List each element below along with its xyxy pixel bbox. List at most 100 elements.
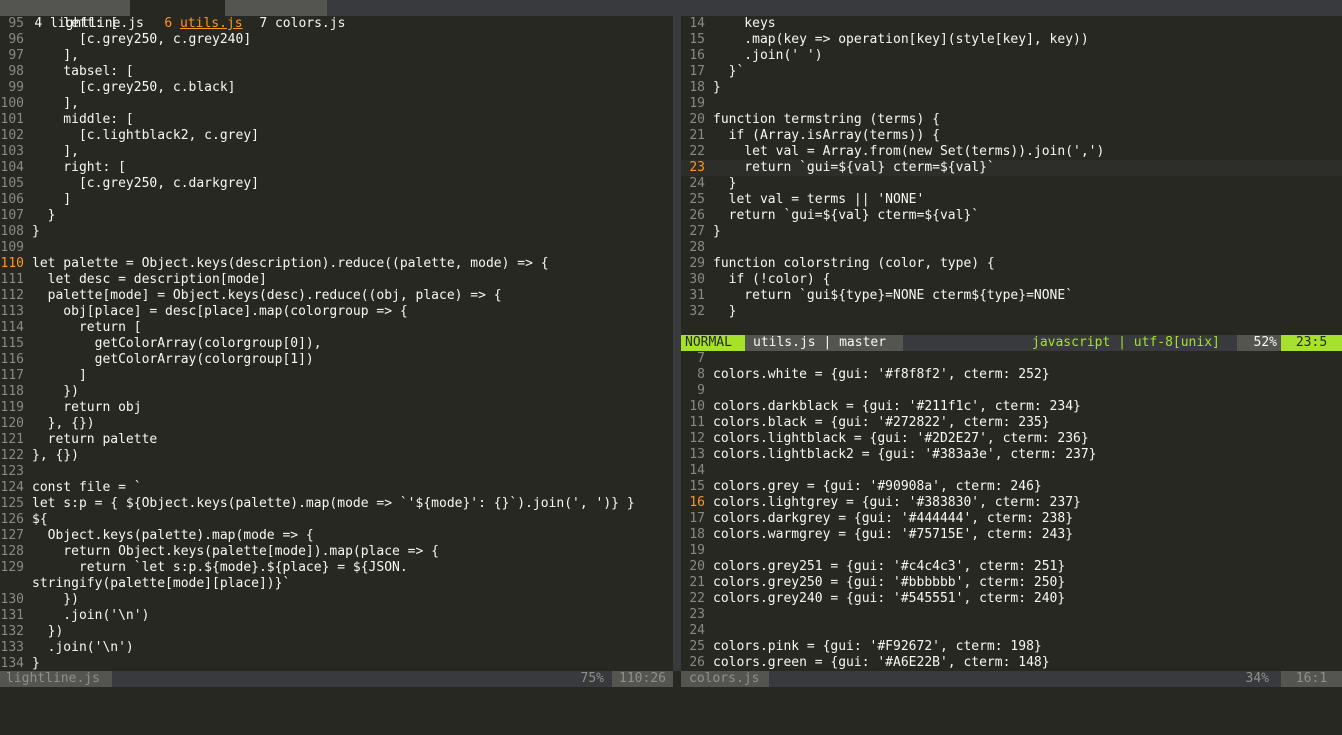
line-text: middle: [ — [32, 112, 134, 127]
code-line[interactable]: 103 ], — [0, 144, 673, 160]
code-line[interactable]: 105 [c.grey250, c.darkgrey] — [0, 176, 673, 192]
code-line[interactable]: 14 — [681, 463, 1342, 479]
code-line[interactable]: 131 .join('\n') — [0, 608, 673, 624]
code-line[interactable]: 108} — [0, 224, 673, 240]
code-line[interactable]: 9 — [681, 383, 1342, 399]
code-line[interactable]: 110 let palette = Object.keys(description… — [0, 256, 673, 272]
code-line[interactable]: 15 colors.grey = {gui: '#90908a', cterm: … — [681, 479, 1342, 495]
line-text: } — [32, 656, 40, 671]
code-line[interactable]: 112 palette[mode] = Object.keys(desc).re… — [0, 288, 673, 304]
tab-utils[interactable]: 6 utils.js — [130, 0, 243, 31]
code-line[interactable]: 28 — [681, 240, 1342, 256]
code-line[interactable]: 115 getColorArray(colorgroup[0]), — [0, 336, 673, 352]
code-line[interactable]: 106 ] — [0, 192, 673, 208]
statusline-position: 16:1 — [1281, 671, 1342, 687]
line-text: [c.grey250, c.black] — [32, 80, 236, 95]
code-line[interactable]: 129 return `let s:p.${mode}.${place} = $… — [0, 560, 673, 576]
line-text: ] — [32, 368, 87, 383]
line-number: 23 — [689, 607, 705, 622]
tabline: 4 lightline.js 6 utils.js 7 colors.js — [0, 0, 1342, 31]
code-line[interactable]: 134} — [0, 656, 673, 671]
code-line[interactable]: 11 colors.black = {gui: '#272822', cterm:… — [681, 415, 1342, 431]
code-line[interactable]: 95 left: [ — [0, 16, 673, 32]
code-line[interactable]: stringify(palette[mode][place])}` — [0, 576, 673, 592]
code-line[interactable]: 8 colors.white = {gui: '#f8f8f2', cterm: … — [681, 367, 1342, 383]
code-line[interactable]: 31 return `gui${type}=NONE cterm${type}=… — [681, 288, 1342, 304]
code-line[interactable]: 26 colors.green = {gui: '#A6E22B', cterm:… — [681, 655, 1342, 671]
code-line[interactable]: 123 — [0, 464, 673, 480]
code-line[interactable]: 20 function termstring (terms) { — [681, 112, 1342, 128]
code-line[interactable]: 15 .map(key => operation[key](style[key]… — [681, 32, 1342, 48]
code-line[interactable]: 133 .join('\n') — [0, 640, 673, 656]
line-number: 120 — [0, 416, 24, 431]
editor-pane-utils[interactable]: 14 keys 15 .map(key => operation[key](sty… — [681, 16, 1342, 335]
code-line[interactable]: 107 } — [0, 208, 673, 224]
code-line[interactable]: 119 return obj — [0, 400, 673, 416]
code-line[interactable]: 21 colors.grey250 = {gui: '#bbbbbb', cter… — [681, 575, 1342, 591]
code-line[interactable]: 125 let s:p = { ${Object.keys(palette).ma… — [0, 496, 673, 512]
tab-colors[interactable]: 7 colors.js — [225, 0, 345, 31]
editor-pane-colors[interactable]: 7 8 colors.white = {gui: '#f8f8f2', cterm:… — [681, 351, 1342, 671]
code-line[interactable]: 100 ], — [0, 96, 673, 112]
code-line[interactable]: 22 let val = Array.from(new Set(terms)).… — [681, 144, 1342, 160]
code-line[interactable]: 96 [c.grey250, c.grey240] — [0, 32, 673, 48]
code-line[interactable]: 23 — [681, 607, 1342, 623]
code-line[interactable]: 127 Object.keys(palette).map(mode => { — [0, 528, 673, 544]
code-line[interactable]: 18} — [681, 80, 1342, 96]
code-line[interactable]: 116 getColorArray(colorgroup[1]) — [0, 352, 673, 368]
code-line[interactable]: 14 keys — [681, 16, 1342, 32]
code-line[interactable]: 114 return [ — [0, 320, 673, 336]
code-line[interactable]: 29 function colorstring (color, type) { — [681, 256, 1342, 272]
code-line[interactable]: 121 return palette — [0, 432, 673, 448]
code-line[interactable]: 102 [c.lightblack2, c.grey] — [0, 128, 673, 144]
code-line[interactable]: 120 }, {}) — [0, 416, 673, 432]
code-line[interactable]: 16 colors.lightgrey = {gui: '#383830', ct… — [681, 495, 1342, 511]
line-text: colors.grey250 = {gui: '#bbbbbb', cterm:… — [713, 575, 1066, 590]
code-line[interactable]: 130 }) — [0, 592, 673, 608]
line-text: .join('\n') — [32, 608, 150, 623]
code-line[interactable]: 109 — [0, 240, 673, 256]
code-line[interactable]: 16 .join(' ') — [681, 48, 1342, 64]
code-line[interactable]: 99 [c.grey250, c.black] — [0, 80, 673, 96]
code-line[interactable]: 113 obj[place] = desc[place].map(colorgr… — [0, 304, 673, 320]
code-line[interactable]: 27} — [681, 224, 1342, 240]
code-line[interactable]: 19 — [681, 96, 1342, 112]
code-line[interactable]: 18 colors.warmgrey = {gui: '#75715E', cte… — [681, 527, 1342, 543]
code-line[interactable]: 104 right: [ — [0, 160, 673, 176]
code-line[interactable]: 19 — [681, 543, 1342, 559]
vertical-split-separator[interactable] — [673, 16, 681, 671]
code-line[interactable]: 17 }` — [681, 64, 1342, 80]
code-line[interactable]: 30 if (!color) { — [681, 272, 1342, 288]
code-line[interactable]: 12 colors.lightblack = {gui: '#2D2E27', c… — [681, 431, 1342, 447]
code-line[interactable]: 101 middle: [ — [0, 112, 673, 128]
code-line[interactable]: 22 colors.grey240 = {gui: '#545551', cter… — [681, 591, 1342, 607]
statusline-percent: 34% — [1245, 671, 1269, 686]
line-number: 132 — [0, 624, 24, 639]
code-line[interactable]: 25 let val = terms || 'NONE' — [681, 192, 1342, 208]
code-line[interactable]: 32 } — [681, 304, 1342, 320]
editor-pane-lightline[interactable]: 95 left: [96 [c.grey250, c.grey240] 97 ],… — [0, 16, 673, 671]
code-line[interactable]: 124 const file = ` — [0, 480, 673, 496]
code-line[interactable]: 24 — [681, 623, 1342, 639]
code-line[interactable]: 111 let desc = description[mode] — [0, 272, 673, 288]
code-line[interactable]: 23 return `gui=${val} cterm=${val}` — [681, 160, 1342, 176]
code-line[interactable]: 26 return `gui=${val} cterm=${val}` — [681, 208, 1342, 224]
code-line[interactable]: 98 tabsel: [ — [0, 64, 673, 80]
code-line[interactable]: 13 colors.lightblack2 = {gui: '#383a3e', … — [681, 447, 1342, 463]
code-line[interactable]: 97 ], — [0, 48, 673, 64]
code-line[interactable]: 17 colors.darkgrey = {gui: '#444444', cte… — [681, 511, 1342, 527]
code-line[interactable]: 132 }) — [0, 624, 673, 640]
tab-lightline[interactable]: 4 lightline.js — [0, 0, 144, 31]
code-line[interactable]: 117 ] — [0, 368, 673, 384]
code-line[interactable]: 128 return Object.keys(palette[mode]).ma… — [0, 544, 673, 560]
code-line[interactable]: 126 ${ — [0, 512, 673, 528]
code-line[interactable]: 122}, {}) — [0, 448, 673, 464]
code-line[interactable]: 20 colors.grey251 = {gui: '#c4c4c3', cter… — [681, 559, 1342, 575]
code-line[interactable]: 21 if (Array.isArray(terms)) { — [681, 128, 1342, 144]
code-line[interactable]: 25 colors.pink = {gui: '#F92672', cterm: … — [681, 639, 1342, 655]
line-number: 121 — [0, 432, 24, 447]
code-line[interactable]: 118 }) — [0, 384, 673, 400]
code-line[interactable]: 7 — [681, 351, 1342, 367]
code-line[interactable]: 10 colors.darkblack = {gui: '#211f1c', ct… — [681, 399, 1342, 415]
code-line[interactable]: 24 } — [681, 176, 1342, 192]
